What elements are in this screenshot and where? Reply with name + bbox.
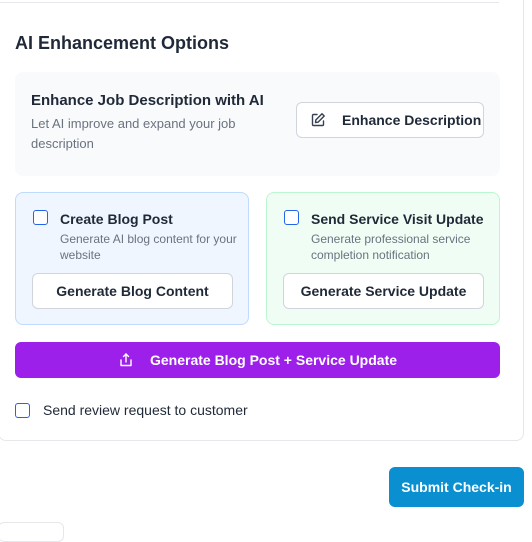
generate-blog-and-service-label: Generate Blog Post + Service Update <box>149 352 398 368</box>
review-request-checkbox[interactable] <box>15 402 30 418</box>
service-update-checkbox[interactable] <box>284 210 299 225</box>
submit-check-in-button[interactable]: Submit Check-in <box>389 467 524 507</box>
partial-button-edge <box>0 522 64 542</box>
enhance-description-text: Let AI improve and expand your job descr… <box>31 116 236 151</box>
generate-service-update-button[interactable]: Generate Service Update <box>283 273 484 309</box>
service-update-description: Generate professional service completion… <box>311 232 471 262</box>
enhance-description-panel: Enhance Job Description with AI Let AI i… <box>15 72 500 176</box>
blog-post-description: Generate AI blog content for your websit… <box>60 232 237 262</box>
review-request-label[interactable]: Send review request to customer <box>43 402 248 418</box>
section-divider <box>0 2 499 3</box>
generate-blog-content-button[interactable]: Generate Blog Content <box>32 273 233 309</box>
review-request-row: Send review request to customer <box>15 402 248 418</box>
blog-post-checkbox[interactable] <box>33 210 48 225</box>
generate-blog-and-service-button[interactable]: Generate Blog Post + Service Update <box>15 342 500 378</box>
edit-icon <box>310 112 326 128</box>
blog-post-option: Create Blog Post Generate AI blog conten… <box>15 192 249 325</box>
service-update-title: Send Service Visit Update <box>311 211 484 227</box>
enhance-description-label: Enhance Description <box>342 112 482 128</box>
enhance-description-button[interactable]: Enhance Description <box>296 102 484 138</box>
service-update-option: Send Service Visit Update Generate profe… <box>266 192 500 325</box>
blog-post-title: Create Blog Post <box>60 211 173 227</box>
enhance-title: Enhance Job Description with AI <box>31 92 264 109</box>
section-title: AI Enhancement Options <box>15 33 230 53</box>
share-upload-icon <box>118 352 134 368</box>
